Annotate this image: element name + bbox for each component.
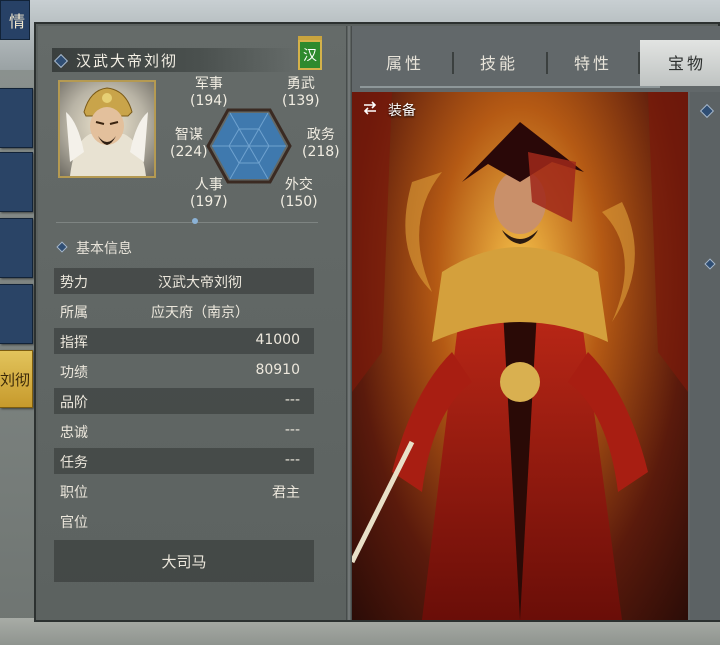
- background-ground: [0, 618, 720, 645]
- stat-intelligence-label: 智谋: [174, 127, 203, 143]
- side-tab-top-label: 情: [8, 12, 25, 31]
- right-side-strip: [690, 92, 720, 620]
- info-key: 任务: [60, 455, 88, 471]
- info-row-task: 任务 ---: [54, 448, 314, 474]
- info-row-faction: 势力 汉武大帝刘彻: [54, 268, 314, 294]
- info-value: 君主: [272, 485, 300, 501]
- tab-bar: 属性 技能 特性 宝物: [352, 38, 720, 88]
- tab-skills[interactable]: 技能: [480, 50, 518, 74]
- info-key: 所属: [60, 305, 88, 321]
- info-value: 41000: [255, 332, 300, 348]
- stat-politics: 政务 (218): [302, 127, 340, 161]
- info-value: 汉武大帝刘彻: [158, 275, 242, 291]
- side-tab-character[interactable]: 刘彻: [0, 350, 33, 408]
- divider-dot: [192, 218, 198, 224]
- official-title-box[interactable]: 大司马: [54, 540, 314, 582]
- tab-treasures[interactable]: 宝物: [668, 50, 706, 74]
- character-name: 汉武大帝刘彻: [76, 52, 179, 70]
- stat-politics-value: (218): [302, 144, 340, 160]
- basic-info-title: 基本信息: [76, 241, 132, 257]
- stat-hexagon: [206, 108, 292, 184]
- portrait-illustration: [66, 87, 148, 176]
- tab-traits[interactable]: 特性: [574, 50, 612, 74]
- tab-separator: [638, 52, 640, 74]
- stat-intelligence: 智谋 (224): [170, 127, 208, 161]
- stat-military-label: 军事: [194, 76, 223, 92]
- stat-personnel: 人事 (197): [190, 177, 228, 211]
- stat-diplomacy: 外交 (150): [280, 177, 318, 211]
- stat-military-value: (194): [190, 93, 228, 109]
- info-row-position: 职位 君主: [54, 478, 314, 504]
- info-value: ---: [284, 392, 300, 408]
- info-key: 职位: [60, 485, 88, 501]
- info-row-merit: 功绩 80910: [54, 358, 314, 384]
- side-tab-4[interactable]: [0, 284, 33, 344]
- swap-arrows-icon[interactable]: [360, 98, 380, 118]
- stat-intelligence-value: (224): [170, 144, 208, 160]
- stat-diplomacy-value: (150): [280, 194, 318, 210]
- stat-diplomacy-label: 外交: [284, 177, 313, 193]
- info-row-rank: 品阶 ---: [54, 388, 314, 414]
- side-tab-1[interactable]: [0, 88, 33, 148]
- info-value: ---: [284, 422, 300, 438]
- stat-personnel-label: 人事: [194, 177, 223, 193]
- faction-badge-label: 汉: [303, 48, 317, 64]
- tab-separator: [546, 52, 548, 74]
- info-key: 官位: [60, 515, 88, 531]
- stat-politics-label: 政务: [306, 127, 335, 143]
- info-value: 应天府（南京）: [151, 305, 249, 321]
- info-row-command: 指挥 41000: [54, 328, 314, 354]
- section-divider: [56, 222, 318, 223]
- side-tab-3[interactable]: [0, 218, 33, 278]
- stat-military: 军事 (194): [190, 76, 228, 110]
- info-key: 品阶: [60, 395, 88, 411]
- character-portrait[interactable]: [58, 80, 156, 178]
- info-key: 势力: [60, 275, 88, 291]
- info-value: 80910: [255, 362, 300, 378]
- side-tab-2[interactable]: [0, 152, 33, 212]
- stat-valor: 勇武 (139): [282, 76, 320, 110]
- equipment-label: 装备: [388, 103, 416, 119]
- tab-separator: [452, 52, 454, 74]
- tab-attributes[interactable]: 属性: [386, 50, 424, 74]
- stat-valor-value: (139): [282, 93, 320, 109]
- emperor-illustration: [352, 92, 688, 620]
- tab-underline: [360, 86, 660, 88]
- info-key: 忠诚: [60, 425, 88, 441]
- side-tab-top[interactable]: 情: [0, 0, 30, 40]
- side-tab-character-label: 刘彻: [0, 370, 30, 389]
- stat-valor-label: 勇武: [286, 76, 315, 92]
- info-row-loyalty: 忠诚 ---: [54, 418, 314, 444]
- faction-flag-icon[interactable]: 汉: [298, 36, 322, 70]
- info-row-office: 官位: [54, 508, 314, 534]
- character-artwork: [352, 92, 688, 620]
- official-title: 大司马: [161, 552, 207, 571]
- info-row-belong: 所属 应天府（南京）: [54, 298, 314, 324]
- info-key: 指挥: [60, 335, 88, 351]
- info-value: ---: [284, 452, 300, 468]
- stat-personnel-value: (197): [190, 194, 228, 210]
- info-key: 功绩: [60, 365, 88, 381]
